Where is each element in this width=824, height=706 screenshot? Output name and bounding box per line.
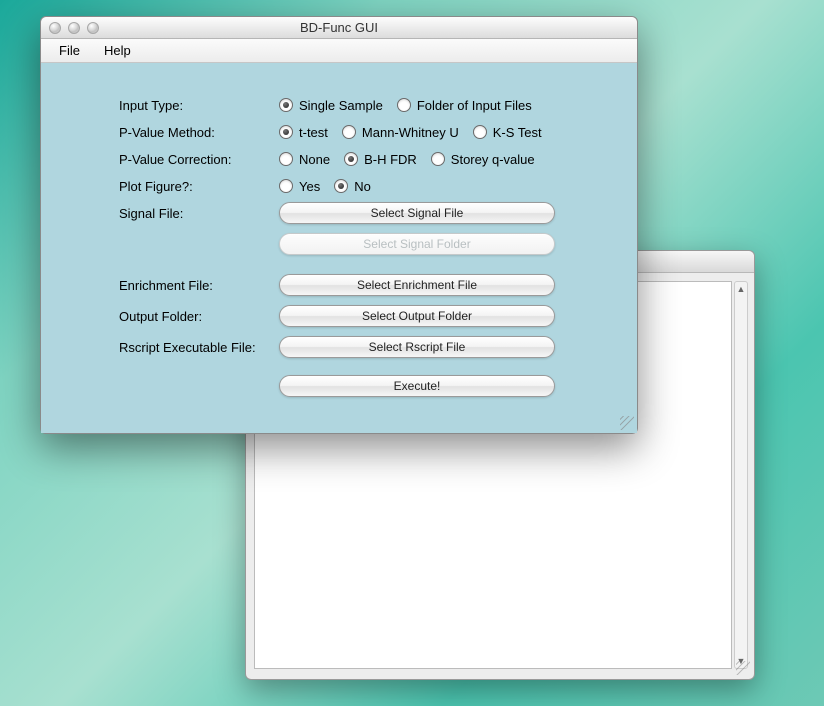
radio-none[interactable]: None bbox=[279, 152, 330, 167]
label-rscript: Rscript Executable File: bbox=[119, 340, 279, 355]
label-signal-file: Signal File: bbox=[119, 206, 279, 221]
label-output-folder: Output Folder: bbox=[119, 309, 279, 324]
select-signal-folder-button: Select Signal Folder bbox=[279, 233, 555, 255]
resize-grip-icon[interactable] bbox=[620, 416, 634, 430]
scroll-up-icon[interactable]: ▲ bbox=[735, 282, 747, 296]
row-signal-file: Signal File: Select Signal File bbox=[119, 201, 597, 225]
row-plot-figure: Plot Figure?: Yes No bbox=[119, 174, 597, 198]
label-pvalue-correction: P-Value Correction: bbox=[119, 152, 279, 167]
label-pvalue-method: P-Value Method: bbox=[119, 125, 279, 140]
label-input-type: Input Type: bbox=[119, 98, 279, 113]
resize-grip-icon[interactable] bbox=[736, 661, 750, 675]
window-title: BD-Func GUI bbox=[41, 20, 637, 35]
menubar: File Help bbox=[41, 39, 637, 63]
select-signal-file-button[interactable]: Select Signal File bbox=[279, 202, 555, 224]
radio-dot-icon bbox=[473, 125, 487, 139]
titlebar[interactable]: BD-Func GUI bbox=[41, 17, 637, 39]
minimize-icon[interactable] bbox=[68, 22, 80, 34]
row-enrichment-file: Enrichment File: Select Enrichment File bbox=[119, 273, 597, 297]
radio-t-test[interactable]: t-test bbox=[279, 125, 328, 140]
radio-dot-icon bbox=[334, 179, 348, 193]
label-plot-figure: Plot Figure?: bbox=[119, 179, 279, 194]
radio-dot-icon bbox=[279, 152, 293, 166]
radio-ks-test[interactable]: K-S Test bbox=[473, 125, 542, 140]
select-output-folder-button[interactable]: Select Output Folder bbox=[279, 305, 555, 327]
log-scrollbar[interactable]: ▲ ▼ bbox=[734, 281, 748, 669]
radio-dot-icon bbox=[279, 125, 293, 139]
window-controls bbox=[41, 22, 99, 34]
radio-dot-icon bbox=[431, 152, 445, 166]
radio-storey-q[interactable]: Storey q-value bbox=[431, 152, 535, 167]
select-enrichment-file-button[interactable]: Select Enrichment File bbox=[279, 274, 555, 296]
label-enrichment-file: Enrichment File: bbox=[119, 278, 279, 293]
radio-dot-icon bbox=[397, 98, 411, 112]
radio-folder-input[interactable]: Folder of Input Files bbox=[397, 98, 532, 113]
radio-single-sample[interactable]: Single Sample bbox=[279, 98, 383, 113]
zoom-icon[interactable] bbox=[87, 22, 99, 34]
radio-dot-icon bbox=[342, 125, 356, 139]
close-icon[interactable] bbox=[49, 22, 61, 34]
row-pvalue-method: P-Value Method: t-test Mann-Whitney U K-… bbox=[119, 120, 597, 144]
execute-button[interactable]: Execute! bbox=[279, 375, 555, 397]
row-signal-folder: Select Signal Folder bbox=[119, 232, 597, 256]
row-output-folder: Output Folder: Select Output Folder bbox=[119, 304, 597, 328]
radio-dot-icon bbox=[279, 98, 293, 112]
form-panel: Input Type: Single Sample Folder of Inpu… bbox=[41, 63, 637, 433]
menu-file[interactable]: File bbox=[49, 41, 90, 60]
radio-plot-no[interactable]: No bbox=[334, 179, 371, 194]
row-input-type: Input Type: Single Sample Folder of Inpu… bbox=[119, 93, 597, 117]
row-rscript: Rscript Executable File: Select Rscript … bbox=[119, 335, 597, 359]
menu-help[interactable]: Help bbox=[94, 41, 141, 60]
main-window: BD-Func GUI File Help Input Type: Single… bbox=[40, 16, 638, 434]
select-rscript-file-button[interactable]: Select Rscript File bbox=[279, 336, 555, 358]
radio-plot-yes[interactable]: Yes bbox=[279, 179, 320, 194]
radio-bh-fdr[interactable]: B-H FDR bbox=[344, 152, 417, 167]
row-pvalue-correction: P-Value Correction: None B-H FDR Storey … bbox=[119, 147, 597, 171]
radio-dot-icon bbox=[279, 179, 293, 193]
radio-mann-whitney[interactable]: Mann-Whitney U bbox=[342, 125, 459, 140]
row-execute: Execute! bbox=[119, 374, 597, 398]
radio-dot-icon bbox=[344, 152, 358, 166]
